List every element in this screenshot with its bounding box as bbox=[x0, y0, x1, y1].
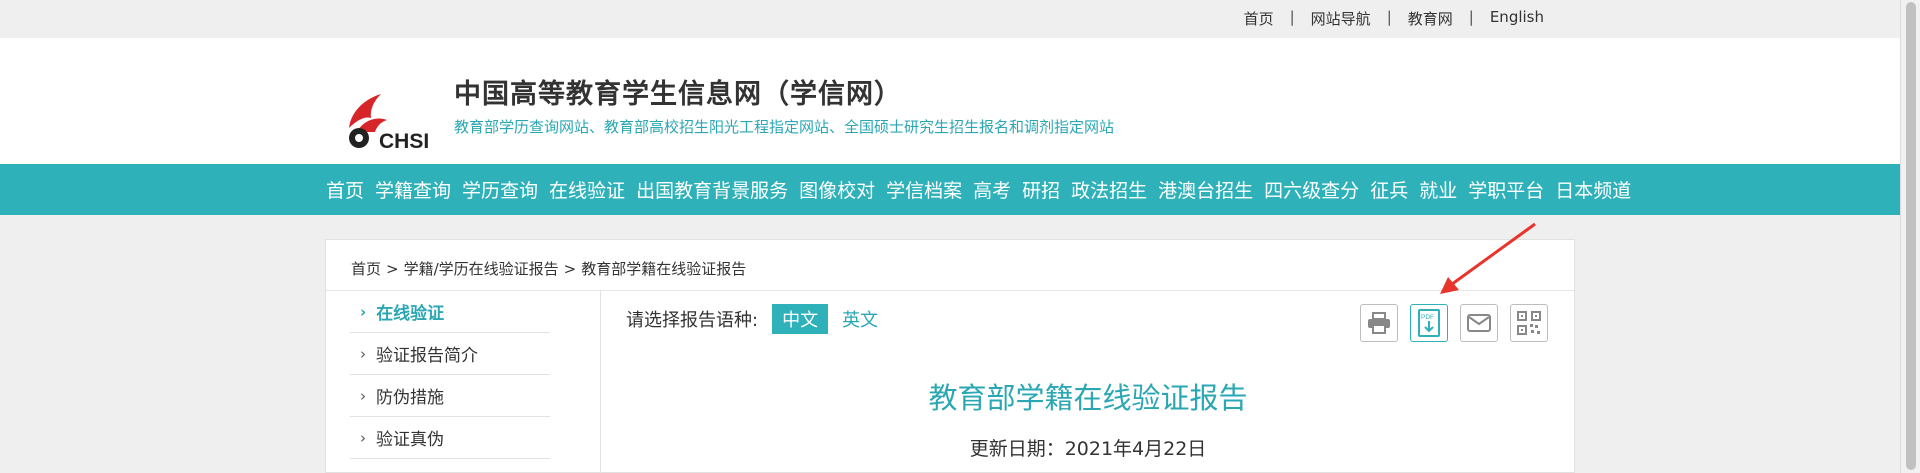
report-title: 教育部学籍在线验证报告 bbox=[928, 381, 1248, 415]
content-panel: 首页 > 学籍/学历在线验证报告 > 教育部学籍在线验证报告 › 在线验证 › 验证报告… bbox=[325, 239, 1575, 473]
report-toolbar: PDF bbox=[1360, 304, 1548, 342]
top-bar: 首页 | 网站导航 | 教育网 | English bbox=[0, 0, 1900, 38]
top-links: 首页 | 网站导航 | 教育网 | English bbox=[1244, 8, 1544, 29]
top-link-english[interactable]: English bbox=[1490, 8, 1544, 29]
nav-item-jobs[interactable]: 就业 bbox=[1419, 176, 1457, 203]
site-header: CHSI 中国高等教育学生信息网（学信网） 教育部学历查询网站、教育部高校招生阳… bbox=[0, 38, 1900, 164]
qrcode-icon bbox=[1517, 311, 1541, 335]
nav-item-japan[interactable]: 日本频道 bbox=[1555, 176, 1631, 203]
vertical-scrollbar[interactable] bbox=[1900, 0, 1920, 473]
nav-item-abroad[interactable]: 出国教育背景服务 bbox=[636, 176, 788, 203]
top-link-edu[interactable]: 教育网 bbox=[1408, 8, 1453, 29]
breadcrumb-sep: > bbox=[563, 260, 577, 278]
nav-item-yanzhao[interactable]: 研招 bbox=[1022, 176, 1060, 203]
nav-item-gaokao[interactable]: 高考 bbox=[973, 176, 1011, 203]
chsi-logo[interactable]: CHSI bbox=[337, 76, 437, 172]
top-separator: | bbox=[1468, 8, 1474, 26]
site-title: 中国高等教育学生信息网（学信网） bbox=[454, 79, 902, 110]
nav-item-degree[interactable]: 学历查询 bbox=[462, 176, 538, 203]
pdf-download-icon: PDF bbox=[1418, 309, 1440, 337]
qrcode-button[interactable] bbox=[1510, 304, 1548, 342]
breadcrumb-sep: > bbox=[386, 260, 399, 278]
nav-item-law[interactable]: 政法招生 bbox=[1071, 176, 1147, 203]
nav-item-military[interactable]: 征兵 bbox=[1370, 176, 1408, 203]
sidebar-item-label: 验证报告简介 bbox=[376, 346, 478, 366]
print-button[interactable] bbox=[1360, 304, 1398, 342]
breadcrumb-report[interactable]: 学籍/学历在线验证报告 bbox=[404, 260, 559, 278]
language-option-english[interactable]: 英文 bbox=[842, 306, 878, 332]
nav-item-hkmt[interactable]: 港澳台招生 bbox=[1158, 176, 1253, 203]
top-link-sitemap[interactable]: 网站导航 bbox=[1311, 8, 1371, 29]
nav-item-image-proof[interactable]: 图像校对 bbox=[799, 176, 875, 203]
nav-item-career[interactable]: 学职平台 bbox=[1468, 176, 1544, 203]
email-icon bbox=[1467, 314, 1491, 332]
breadcrumb-current: 教育部学籍在线验证报告 bbox=[581, 260, 747, 278]
sidebar-item-intro[interactable]: › 验证报告简介 bbox=[350, 333, 550, 375]
scrollbar-thumb[interactable] bbox=[1906, 2, 1916, 470]
pdf-download-button[interactable]: PDF bbox=[1410, 304, 1448, 342]
breadcrumb-home[interactable]: 首页 bbox=[351, 260, 381, 278]
nav-item-archive[interactable]: 学信档案 bbox=[886, 176, 962, 203]
language-selector: 请选择报告语种: 中文 英文 bbox=[626, 304, 878, 334]
page: 首页 | 网站导航 | 教育网 | English CHSI 中国高等教育学生信… bbox=[0, 0, 1900, 473]
email-button[interactable] bbox=[1460, 304, 1498, 342]
main-nav: 首页 学籍查询 学历查询 在线验证 出国教育背景服务 图像校对 学信档案 高考 … bbox=[0, 164, 1900, 215]
chevron-right-icon: › bbox=[360, 302, 367, 321]
sidebar-item-label: 在线验证 bbox=[376, 304, 445, 324]
sidebar-item-online-verify[interactable]: › 在线验证 bbox=[350, 291, 550, 333]
language-option-chinese[interactable]: 中文 bbox=[772, 304, 829, 334]
pdf-icon-text: PDF bbox=[1421, 314, 1434, 321]
nav-item-home[interactable]: 首页 bbox=[326, 176, 364, 203]
logo-text: CHSI bbox=[379, 130, 429, 153]
nav-item-cet[interactable]: 四六级查分 bbox=[1264, 176, 1359, 203]
chevron-right-icon: › bbox=[360, 344, 366, 363]
top-separator: | bbox=[1289, 8, 1295, 26]
top-separator: | bbox=[1386, 8, 1392, 26]
breadcrumb: 首页 > 学籍/学历在线验证报告 > 教育部学籍在线验证报告 bbox=[351, 258, 746, 279]
nav-item-online-verify[interactable]: 在线验证 bbox=[549, 176, 625, 203]
top-link-home[interactable]: 首页 bbox=[1244, 8, 1274, 29]
nav-item-enrollment[interactable]: 学籍查询 bbox=[375, 176, 451, 203]
report-date: 更新日期：2021年4月22日 bbox=[969, 438, 1207, 460]
site-subtitle: 教育部学历查询网站、教育部高校招生阳光工程指定网站、全国硕士研究生招生报名和调剂… bbox=[454, 118, 1115, 136]
print-icon bbox=[1368, 312, 1390, 334]
language-label: 请选择报告语种: bbox=[626, 310, 759, 331]
